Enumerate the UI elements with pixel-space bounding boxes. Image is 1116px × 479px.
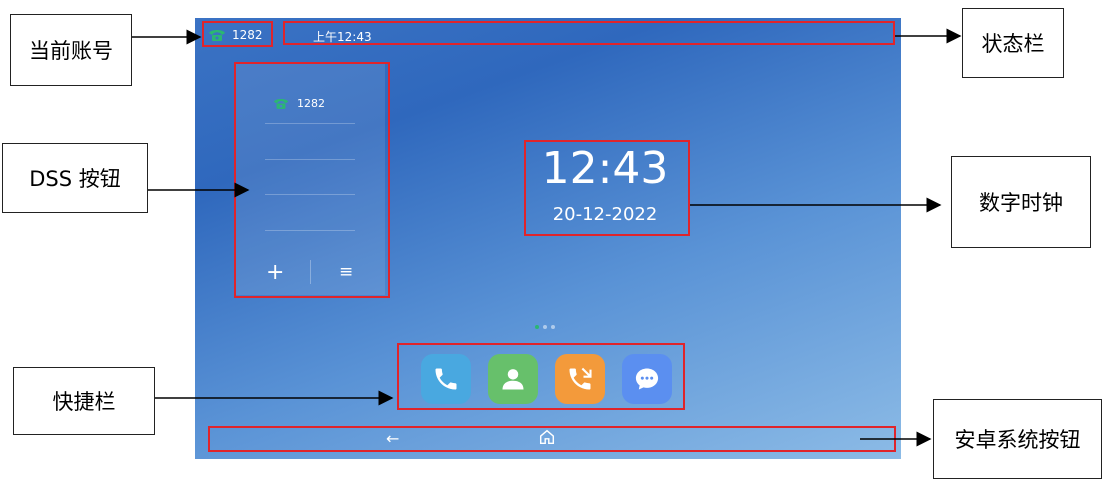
page-dot [543, 325, 547, 329]
callout-status-bar: 状态栏 [962, 8, 1064, 78]
highlight-dock [397, 343, 685, 410]
highlight-nav-bar [208, 426, 896, 452]
callout-current-account: 当前账号 [10, 14, 132, 86]
callout-digital-clock: 数字时钟 [951, 156, 1091, 248]
callout-shortcut-bar: 快捷栏 [13, 367, 155, 435]
callout-dss-buttons: DSS 按钮 [2, 143, 148, 213]
highlight-status-bar [283, 21, 895, 45]
page-indicator [535, 325, 555, 329]
highlight-dss [234, 62, 390, 298]
highlight-account [202, 21, 273, 47]
callout-android-buttons: 安卓系统按钮 [933, 399, 1102, 479]
page-dot-active [535, 325, 539, 329]
page-dot [551, 325, 555, 329]
highlight-clock [524, 140, 690, 236]
